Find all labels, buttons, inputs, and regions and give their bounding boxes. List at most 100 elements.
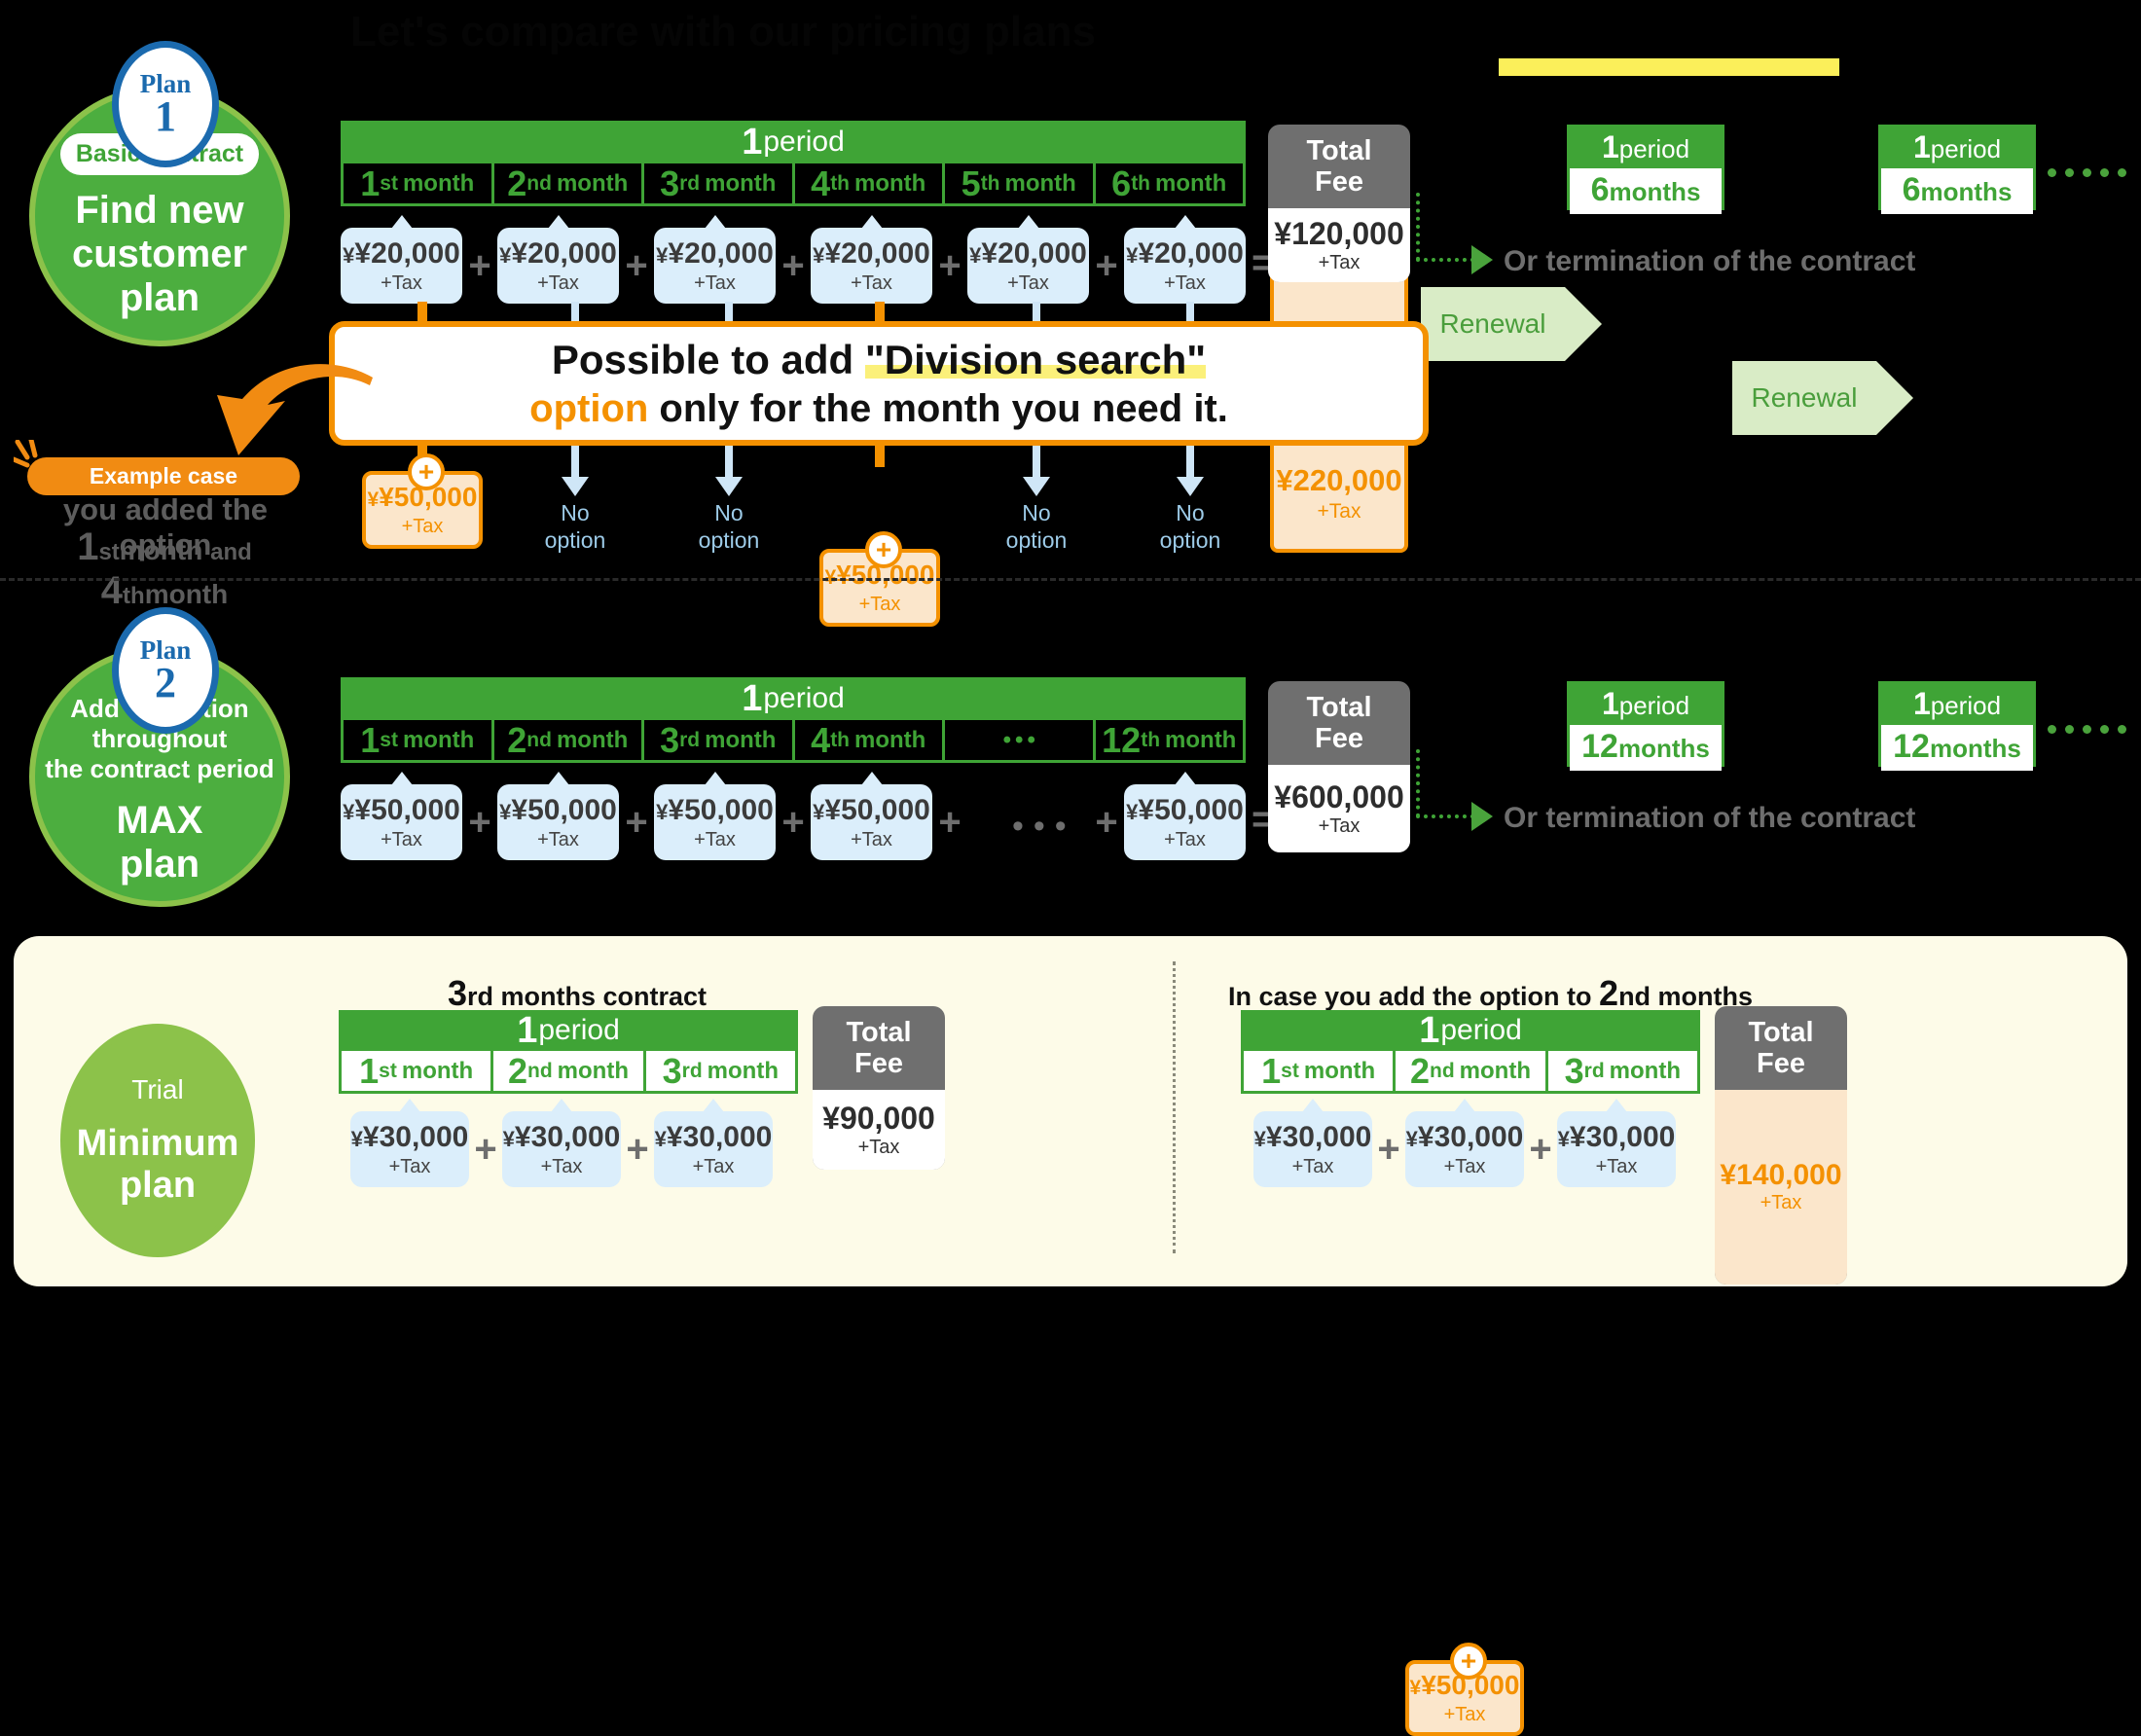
plan2-month-cell[interactable]: 3rd month [644,720,795,760]
option-tax: +Tax [858,594,901,615]
no-option-line2: option [1159,526,1221,553]
tax-note: +Tax [694,271,736,294]
tax-note: +Tax [851,828,892,850]
plan3-left-month-cell[interactable]: 1st month [342,1051,494,1091]
price-amount: ¥20,000 [668,236,774,270]
month-unit: month [1004,169,1076,197]
month-ord: nd [526,171,552,195]
plan1-month-cell[interactable]: 4th month [794,163,945,203]
plan3-right-price-bubble[interactable]: ¥¥30,000 +Tax [1557,1099,1676,1187]
plan1-price-row: ¥¥20,000 +Tax + ¥¥20,000 +Tax + ¥¥20,000 +T… [341,215,1246,306]
plan3-right-month-cell[interactable]: 1st month [1244,1050,1397,1091]
tax-note: +Tax [381,271,422,294]
plan1-no-option-5: No option [978,500,1095,554]
price-amount: ¥50,000 [511,793,617,826]
plan2-month-cell[interactable]: 12th month [1095,720,1243,760]
plan3-right-month-cell[interactable]: 2nd month [1396,1051,1548,1091]
plan1-stem-2-lower [571,440,579,479]
option-tax: +Tax [1443,1704,1486,1725]
month-unit: month [854,726,926,753]
plan2-termination-connector-v [1416,749,1420,817]
price-amount: ¥50,000 [824,793,930,826]
plan1-price-bubble[interactable]: ¥¥20,000 +Tax [1124,215,1246,304]
plan3-left-month-cell[interactable]: 2nd month [493,1051,646,1091]
month-num: 3 [660,719,680,760]
renewal-label: Renewal [1751,382,1858,413]
plan1-total-fee: Total Fee ¥120,000 +Tax [1268,125,1410,282]
plan1-month-cell[interactable]: 2nd month [493,163,644,203]
plan2-month-cell[interactable]: 2nd month [493,720,644,760]
month-ord: rd [681,1059,703,1082]
plan3-left-period-table: 1 period 1st month 2nd month 3rd month [339,1010,798,1094]
plan2-renewal-box-1: 1period 12months [1567,681,1724,771]
month-unit: month [556,169,629,197]
renewal-months-text: months [1920,177,2013,206]
plan3-left-price-bubble[interactable]: ¥¥30,000 +Tax [502,1099,621,1187]
plan1-termination-connector-v [1416,193,1420,261]
plan1-option-box-4[interactable]: + ¥¥50,000 +Tax [819,531,940,627]
plan2-price-bubble[interactable]: ¥¥50,000 +Tax [497,772,619,860]
plan2-price-bubble[interactable]: ¥¥50,000 +Tax [811,772,932,860]
plan2-price-bubble[interactable]: ¥¥50,000 +Tax [341,772,462,860]
plan1-no-option-arrow-6 [1177,477,1204,496]
plan1-total-tax: +Tax [1318,251,1361,273]
plan2-price-bubble[interactable]: ¥¥50,000 +Tax [1124,772,1246,860]
callout-line2-rest: only for the month you need it. [648,386,1228,430]
plan2-termination-arrow-icon [1471,802,1493,831]
plan1-period-header: 1 period [341,121,1246,163]
plan3-right-period-table: 1 period 1st month 2nd month 3rd month [1241,1010,1700,1094]
month-num: 1 [1261,1050,1282,1091]
no-option-line1: No [1022,500,1051,525]
plan2-month-cell-ellipsis: ••• [945,720,1096,760]
plan1-price-bubble[interactable]: ¥¥20,000 +Tax [967,215,1089,304]
month-num: 3 [1564,1050,1584,1091]
plan3-left-price-bubble[interactable]: ¥¥30,000 +Tax [654,1099,773,1187]
plan2-price-bubble[interactable]: ¥¥50,000 +Tax [654,772,776,860]
plan1-month-cell[interactable]: 1st month [344,163,494,203]
period-text: period [1440,1014,1522,1046]
plan1-month-cell[interactable]: 3rd month [644,163,795,203]
plan1-stem-6-lower [1186,440,1194,479]
month-unit: month [402,169,475,197]
total-fee-label: Total Fee [1748,1017,1814,1080]
month-num: 6 [1111,163,1132,203]
plan3-left-month-cell[interactable]: 3rd month [645,1051,795,1091]
month-unit: month [556,726,629,753]
no-option-line1: No [714,500,744,525]
division-search-callout: Possible to add "Division search" option… [329,321,1429,446]
plan1-price-bubble[interactable]: ¥¥20,000 +Tax [341,215,462,304]
plan2-period-header: 1 period [341,677,1246,720]
month-unit: month [707,1057,779,1084]
price-amount: ¥30,000 [514,1120,621,1153]
plan3-left-price-bubble[interactable]: ¥¥30,000 +Tax [350,1099,469,1187]
plan1-price-bubble[interactable]: ¥¥20,000 +Tax [811,215,932,304]
plan1-option-box-1[interactable]: + ¥¥50,000 +Tax [362,453,483,549]
plan1-stem-5-lower [1033,440,1040,479]
plan3-left-total-amount: ¥90,000 [822,1100,935,1136]
example-case-badge: Example case [27,457,300,495]
plan1-month-cell[interactable]: 5th month [945,163,1096,203]
plan2-month-cell[interactable]: 1st month [344,720,494,760]
plan3-right-month-cell[interactable]: 3rd month [1547,1050,1697,1091]
page-title: Let's compare with our pricing plans [350,8,1096,55]
tax-note: +Tax [1164,271,1206,294]
plan3-right-option-box[interactable]: + ¥¥50,000 +Tax [1405,1643,1524,1736]
month-ord: st [379,1059,397,1082]
month-ord: rd [1583,1059,1605,1082]
month-ord: th [980,171,1000,195]
plan1-price-bubble[interactable]: ¥¥20,000 +Tax [654,215,776,304]
plus-icon: + [1095,243,1118,287]
plan2-month-cell[interactable]: 4th month [794,720,945,760]
tax-note: +Tax [1164,828,1206,850]
plan1-month-cell[interactable]: 6th month [1095,163,1243,203]
plan1-price-bubble[interactable]: ¥¥20,000 +Tax [497,215,619,304]
total-fee-label: Total Fee [1306,692,1372,755]
plan1-period-num: 1 [742,121,763,163]
panel-vertical-divider [1173,961,1176,1253]
period-text: period [538,1014,620,1046]
month-unit: month [1609,1057,1681,1084]
plan3-right-price-bubble[interactable]: ¥¥30,000 +Tax [1405,1099,1524,1187]
month-ord: nd [1430,1059,1455,1082]
plan3-right-price-bubble[interactable]: ¥¥30,000 +Tax [1253,1099,1372,1187]
price-amount: ¥30,000 [362,1120,469,1153]
